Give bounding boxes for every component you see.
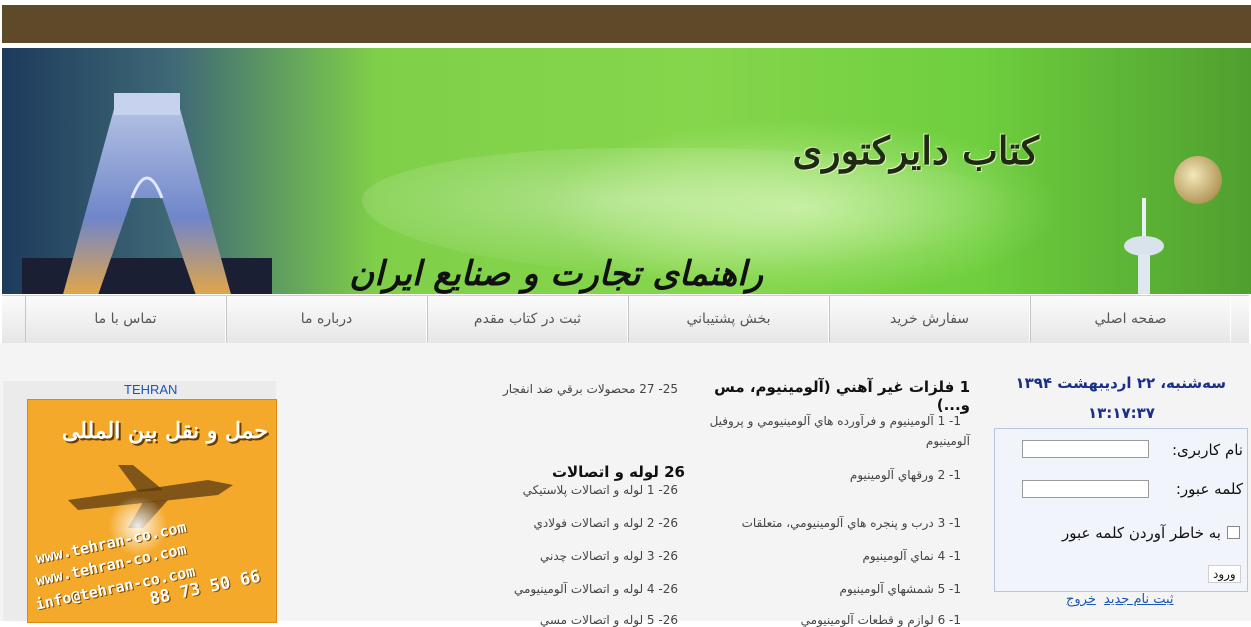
- nav-about[interactable]: درباره ما: [226, 296, 427, 342]
- main-nav: صفحه اصلي سفارش خريد بخش پشتيباني ثبت در…: [2, 295, 1249, 345]
- category-title-metals-cont[interactable]: و...): [937, 396, 970, 414]
- category-item[interactable]: 26- 1 لوله و اتصالات پلاستيکي: [523, 483, 678, 497]
- login-box: نام کاربری: کلمه عبور: به خاطر آوردن کلم…: [994, 428, 1248, 592]
- current-time: ۱۳:۱۷:۳۷: [1088, 404, 1155, 422]
- ad-title: حمل و نقل بین المللی: [61, 418, 268, 444]
- register-link[interactable]: ثبت نام جديد: [1104, 592, 1174, 607]
- username-label: نام کاربری:: [1171, 441, 1243, 459]
- username-input[interactable]: [1022, 440, 1149, 458]
- milad-tower-image: [1124, 198, 1164, 294]
- category-item[interactable]: 1- 4 نماي آلومينيوم: [862, 549, 961, 563]
- category-item[interactable]: 1- 1 آلومينيوم و فرآورده هاي آلومينيومي …: [710, 414, 961, 428]
- nav-support[interactable]: بخش پشتيباني: [628, 296, 829, 342]
- header-banner: کتاب دایرکتوری راهنمای تجارت و صنایع ایر…: [2, 48, 1251, 294]
- nav-home[interactable]: صفحه اصلي: [1030, 296, 1231, 342]
- current-date: سه‌شنبه، ۲۲ اردیبهشت ۱۳۹۴: [1015, 374, 1226, 392]
- category-item[interactable]: 1- 5 شمشهاي آلومينيوم: [840, 582, 961, 596]
- category-title-pipes[interactable]: 26 لوله و اتصالات: [552, 463, 685, 481]
- ad-banner[interactable]: حمل و نقل بین المللی www.tehran-co.com w…: [27, 399, 277, 623]
- moon-image: [1174, 156, 1222, 204]
- city-label[interactable]: TEHRAN: [124, 382, 177, 397]
- account-links: ثبت نام جديد خروج: [1062, 592, 1174, 607]
- category-item[interactable]: 1- 2 ورقهاي آلومينيوم: [850, 468, 961, 482]
- category-item[interactable]: 26- 4 لوله و اتصالات آلومينيومي: [514, 582, 678, 596]
- top-bar: [2, 5, 1251, 43]
- category-item[interactable]: 1- 3 درب و پنجره هاي آلومينيومي، متعلقات: [742, 516, 961, 530]
- category-item[interactable]: 25- 27 محصولات برقي ضد انفجار: [503, 382, 678, 396]
- nav-register-book[interactable]: ثبت در کتاب مقدم: [427, 296, 628, 342]
- remember-label: به خاطر آوردن کلمه عبور: [1062, 524, 1221, 542]
- logout-link[interactable]: خروج: [1066, 592, 1096, 607]
- category-title-metals[interactable]: 1 فلزات غير آهني (آلومينيوم، مس: [714, 378, 970, 396]
- category-item[interactable]: 26- 3 لوله و اتصالات چدني: [540, 549, 678, 563]
- login-button[interactable]: ورود: [1208, 565, 1241, 583]
- nav-order[interactable]: سفارش خريد: [829, 296, 1030, 342]
- category-item[interactable]: 1- 6 لوازم و قطعات آلومينيومي: [801, 613, 961, 627]
- password-input[interactable]: [1022, 480, 1149, 498]
- remember-checkbox[interactable]: [1227, 526, 1240, 539]
- site-title: کتاب دایرکتوری: [792, 128, 1039, 173]
- category-item[interactable]: 26- 5 لوله و اتصالات مسي: [540, 613, 678, 627]
- password-label: کلمه عبور:: [1175, 480, 1243, 498]
- azadi-tower-image: [22, 93, 272, 294]
- category-item-cont[interactable]: آلومينيوم: [926, 434, 970, 448]
- site-subtitle: راهنمای تجارت و صنایع ایران: [349, 254, 763, 294]
- category-item[interactable]: 26- 2 لوله و اتصالات فولادي: [534, 516, 678, 530]
- nav-contact[interactable]: تماس با ما: [25, 296, 226, 342]
